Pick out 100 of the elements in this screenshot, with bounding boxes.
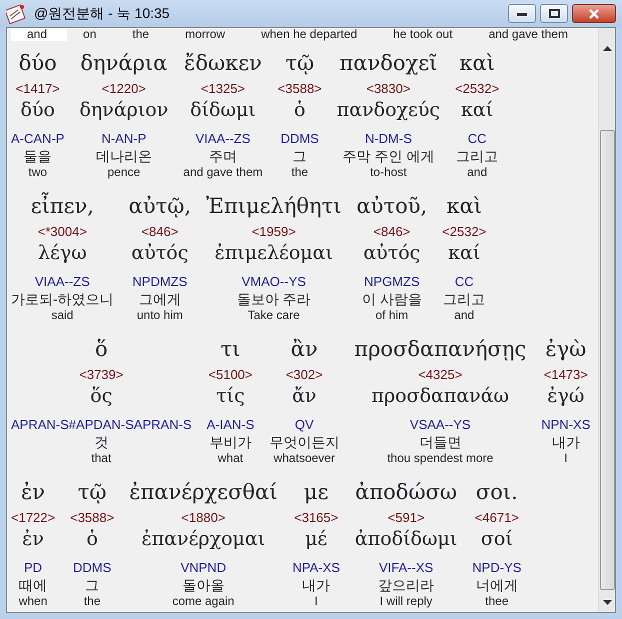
strongs-number: <1417>: [16, 81, 60, 97]
lemma-word: δηνάριον: [79, 98, 168, 123]
korean-gloss: 이 사람을: [362, 290, 422, 308]
strongs-number: <302>: [286, 367, 323, 383]
lemma-word: ὁ: [294, 98, 306, 123]
gloss-text[interactable]: he took out: [377, 28, 473, 41]
greek-word: σοι.: [476, 479, 518, 506]
english-gloss: and: [454, 308, 474, 323]
english-gloss: unto him: [136, 308, 183, 323]
english-gloss: to-host: [370, 165, 407, 180]
strongs-number: <1722>: [11, 510, 56, 526]
strongs-number: <846>: [373, 224, 410, 240]
korean-gloss: 데나리온: [96, 147, 152, 165]
scroll-up-icon[interactable]: [602, 46, 612, 52]
lemma-word: τίς: [216, 384, 245, 409]
greek-word: ὅ: [94, 336, 108, 363]
greek-word: αὐτοῦ,: [356, 193, 428, 220]
english-gloss: thee: [485, 594, 509, 609]
korean-gloss: 그리고: [443, 290, 486, 308]
lemma-word: δύο: [20, 98, 55, 123]
parsing-code: A-CAN-P: [11, 131, 64, 147]
greek-word: πανδοχεῖ: [339, 50, 438, 77]
strongs-number: <1959>: [252, 224, 296, 240]
korean-gloss: 그리고: [456, 147, 498, 165]
maximize-icon: [548, 9, 560, 18]
scroll-down-icon[interactable]: [602, 600, 612, 606]
gloss-text[interactable]: when he departed: [245, 28, 378, 41]
greek-word: δηνάρια: [80, 50, 168, 77]
lemma-word: μέ: [305, 527, 328, 552]
greek-word: δύο: [18, 50, 57, 77]
lemma-word: καί: [461, 98, 494, 123]
parsing-code: NPD-YS: [472, 560, 522, 576]
greek-word: ἐν: [21, 479, 46, 506]
parsing-code: CC: [468, 131, 486, 147]
strongs-number: <3165>: [294, 510, 338, 526]
english-gloss: pence: [108, 165, 140, 180]
book-icon: [6, 4, 26, 24]
scrollbar-thumb[interactable]: [600, 130, 614, 590]
lemma-word: αὐτός: [131, 241, 188, 266]
gloss-text[interactable]: and: [11, 28, 68, 41]
korean-gloss: 주막 주인 에게: [342, 147, 434, 165]
english-gloss: I: [314, 594, 318, 609]
parsing-code: DDMS: [73, 560, 112, 576]
korean-gloss: 무엇이든지: [269, 433, 340, 451]
lemma-word: ἐπιμελέομαι: [214, 241, 333, 266]
close-button[interactable]: [572, 4, 616, 23]
parsing-code: VIAA--ZS: [196, 131, 250, 147]
english-gloss: Take care: [248, 308, 300, 323]
parsing-code: VSAA--YS: [410, 417, 471, 433]
korean-gloss: 돌보아 주라: [236, 290, 311, 308]
lemma-word: προσδαπανάω: [372, 384, 510, 409]
english-gloss: what: [218, 451, 244, 466]
greek-word: ἐγὼ: [545, 336, 586, 363]
greek-word: καὶ: [446, 193, 482, 220]
greek-word: προσδαπανήσῃς: [354, 336, 526, 363]
greek-word: τῷ: [78, 479, 107, 506]
gloss-text[interactable]: and gave them: [472, 28, 588, 41]
korean-gloss: 그: [292, 147, 307, 165]
greek-word: αὐτῷ,: [128, 193, 192, 220]
english-gloss: thou spendest more: [387, 451, 494, 466]
maximize-button[interactable]: [540, 4, 568, 23]
lemma-word: ἐγώ: [547, 384, 584, 409]
gloss-text[interactable]: on: [67, 28, 116, 41]
strongs-number: <5100>: [208, 367, 252, 383]
close-icon: [588, 8, 600, 18]
lemma-word: ἀποδίδωμι: [354, 527, 458, 552]
korean-gloss: 갚으리라: [378, 576, 434, 594]
english-gloss: I will reply: [380, 594, 432, 609]
lemma-word: ὅς: [90, 384, 112, 409]
korean-gloss: 것: [94, 433, 108, 451]
lemma-word: ὁ: [86, 527, 98, 552]
english-gloss: that: [91, 451, 112, 466]
lemma-word: ἐν: [22, 527, 44, 552]
gloss-text[interactable]: morrow: [169, 28, 246, 41]
english-gloss: I: [564, 451, 568, 466]
strongs-number: <2532>: [442, 224, 486, 240]
english-gloss: said: [51, 308, 74, 323]
parsing-code: CC: [454, 274, 474, 290]
korean-gloss: 내가: [302, 576, 330, 594]
parsing-code: PD: [24, 560, 42, 576]
lemma-word: ἄν: [292, 384, 316, 409]
lemma-word: αὐτός: [363, 241, 420, 266]
gloss-text[interactable]: the: [116, 28, 170, 41]
greek-word: με: [304, 479, 328, 506]
parsing-code: VMAO--YS: [242, 274, 306, 290]
parsing-code: N-DM-S: [364, 131, 412, 147]
korean-gloss: 가로되-하였으니: [11, 290, 114, 308]
strongs-number: <3739>: [79, 367, 124, 383]
korean-gloss: 주며: [208, 147, 237, 165]
korean-gloss: 너에게: [476, 576, 518, 594]
strongs-number: <4671>: [474, 510, 519, 526]
korean-gloss: 그에게: [138, 290, 181, 308]
greek-word: ἀποδώσω: [355, 479, 458, 506]
korean-gloss: 때에: [19, 576, 48, 594]
minimize-button[interactable]: [508, 4, 536, 23]
parsing-code: QV: [294, 417, 314, 433]
english-gloss: and gave them: [183, 165, 263, 180]
lemma-word: πανδοχεύς: [336, 98, 440, 123]
minimize-icon: [517, 12, 527, 16]
greek-word: τῷ: [285, 50, 314, 77]
